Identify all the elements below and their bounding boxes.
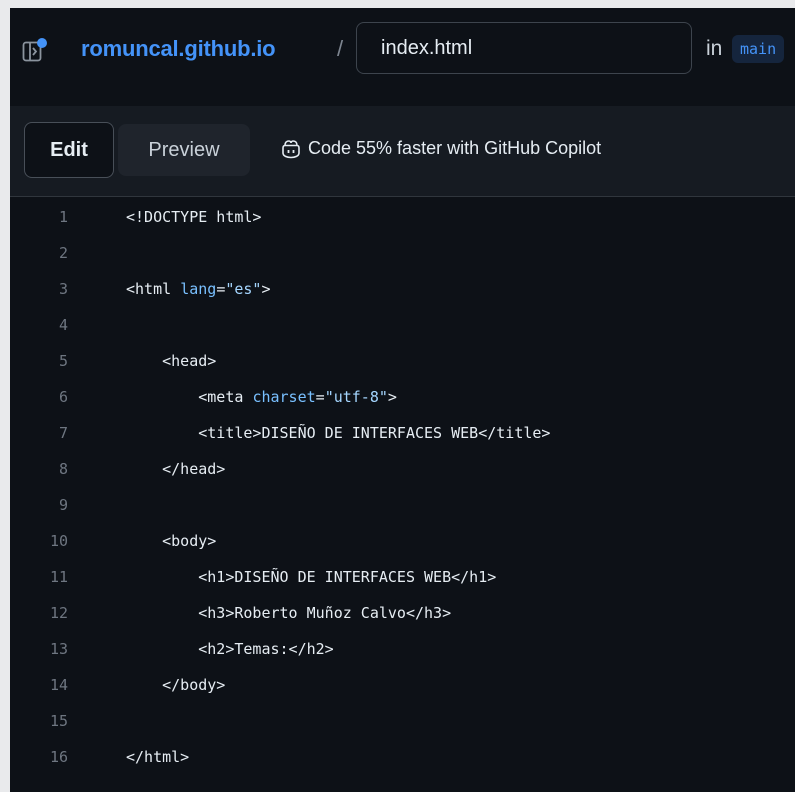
line-number: 2 — [58, 244, 68, 262]
code-text: <!DOCTYPE html> — [126, 199, 261, 235]
code-line[interactable]: 6 <meta charset="utf-8"> — [10, 379, 795, 415]
line-number: 12 — [49, 604, 68, 622]
line-number: 13 — [49, 640, 68, 658]
code-token: <h3>Roberto Muñoz Calvo</h3> — [198, 604, 452, 622]
code-line[interactable]: 15 — [10, 703, 795, 739]
code-token: lang — [180, 280, 217, 298]
code-line[interactable]: 5 <head> — [10, 343, 795, 379]
tab-preview-label: Preview — [148, 138, 220, 161]
code-token: = — [315, 388, 325, 406]
editor-window: romuncal.github.io / in main Edit Previe… — [10, 8, 795, 792]
code-token: <body> — [162, 532, 217, 550]
code-token: </head> — [162, 460, 226, 478]
code-token: </html> — [126, 748, 190, 766]
code-token: </body> — [162, 676, 226, 694]
code-line[interactable]: 1 <!DOCTYPE html> — [10, 199, 795, 235]
code-line[interactable]: 7 <title>DISEÑO DE INTERFACES WEB</title… — [10, 415, 795, 451]
code-text: <meta charset="utf-8"> — [126, 379, 397, 415]
code-line[interactable]: 9 — [10, 487, 795, 523]
code-text: </html> — [126, 739, 189, 775]
code-token: = — [216, 280, 226, 298]
code-token: <meta — [198, 388, 253, 406]
code-token: <h1>DISEÑO DE INTERFACES WEB</h1> — [198, 568, 497, 586]
code-editor[interactable]: 1 <!DOCTYPE html> 2 3 <html lang="es"> 4 5 <he… — [10, 197, 795, 792]
line-number: 7 — [58, 424, 68, 442]
code-token: "es" — [225, 280, 262, 298]
copilot-promo-text: Code 55% faster with GitHub Copilot — [308, 138, 602, 158]
code-token: charset — [252, 388, 316, 406]
code-line[interactable]: 14 </body> — [10, 667, 795, 703]
code-token: <h2>Temas:</h2> — [198, 640, 334, 658]
code-text: <head> — [126, 343, 216, 379]
code-line[interactable]: 8 </head> — [10, 451, 795, 487]
path-separator: / — [337, 36, 344, 61]
file-tree-toggle-icon[interactable] — [22, 38, 47, 62]
code-line[interactable]: 12 <h3>Roberto Muñoz Calvo</h3> — [10, 595, 795, 631]
code-text: </head> — [126, 451, 225, 487]
code-token: > — [261, 280, 271, 298]
file-header: romuncal.github.io / in main — [10, 8, 795, 107]
copilot-icon — [282, 139, 300, 158]
editor-toolbar: Edit Preview Code 55% faster with GitHub… — [10, 106, 795, 197]
line-number: 16 — [49, 748, 68, 766]
line-number: 11 — [49, 568, 68, 586]
branch-badge[interactable]: main — [732, 35, 785, 63]
code-token: > — [387, 388, 397, 406]
code-line[interactable]: 4 — [10, 307, 795, 343]
code-text: <h1>DISEÑO DE INTERFACES WEB</h1> — [126, 559, 496, 595]
code-token: <!DOCTYPE html> — [126, 208, 262, 226]
line-number: 4 — [58, 316, 68, 334]
tab-edit-label: Edit — [50, 138, 88, 161]
code-token: "utf-8" — [324, 388, 388, 406]
line-number: 5 — [58, 352, 68, 370]
code-text: <html lang="es"> — [126, 271, 271, 307]
line-number: 8 — [58, 460, 68, 478]
filename-input[interactable] — [356, 22, 692, 74]
line-number: 6 — [58, 388, 68, 406]
code-line[interactable]: 16 </html> — [10, 739, 795, 775]
code-text: <h2>Temas:</h2> — [126, 631, 334, 667]
code-line[interactable]: 10 <body> — [10, 523, 795, 559]
code-token: <html — [126, 280, 181, 298]
code-text: <body> — [126, 523, 216, 559]
code-text: <h3>Roberto Muñoz Calvo</h3> — [126, 595, 451, 631]
code-line[interactable]: 13 <h2>Temas:</h2> — [10, 631, 795, 667]
code-token: <head> — [162, 352, 217, 370]
code-token: <title>DISEÑO DE INTERFACES WEB</title> — [198, 424, 551, 442]
in-label: in — [706, 37, 723, 60]
repo-name-link[interactable]: romuncal.github.io — [81, 36, 276, 62]
code-line[interactable]: 3 <html lang="es"> — [10, 271, 795, 307]
line-number: 1 — [58, 208, 68, 226]
line-number: 14 — [49, 676, 68, 694]
line-number: 10 — [49, 532, 68, 550]
code-line[interactable]: 2 — [10, 235, 795, 271]
code-text: <title>DISEÑO DE INTERFACES WEB</title> — [126, 415, 550, 451]
line-number: 9 — [58, 496, 68, 514]
line-number: 15 — [49, 712, 68, 730]
tab-edit[interactable]: Edit — [24, 122, 114, 178]
copilot-promo-link[interactable]: Code 55% faster with GitHub Copilot — [280, 138, 601, 159]
code-text: </body> — [126, 667, 225, 703]
tab-preview[interactable]: Preview — [118, 124, 250, 176]
code-line[interactable]: 11 <h1>DISEÑO DE INTERFACES WEB</h1> — [10, 559, 795, 595]
line-number: 3 — [58, 280, 68, 298]
